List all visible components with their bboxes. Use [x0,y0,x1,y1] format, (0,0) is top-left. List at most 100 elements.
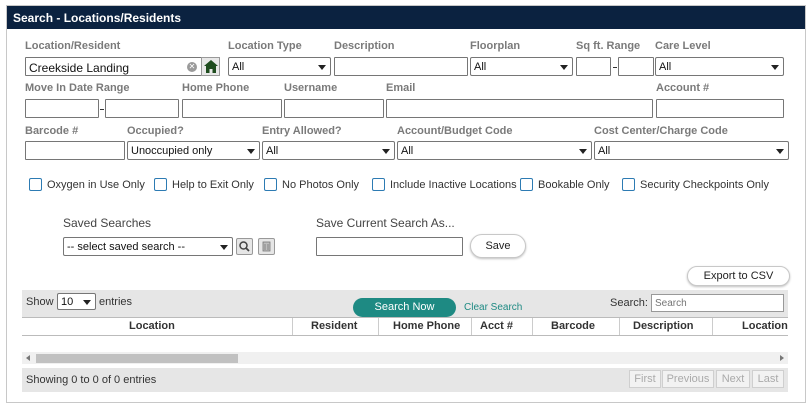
cost-center-charge-code-value: All [598,145,611,157]
column-description[interactable]: Description [633,320,694,332]
account-number-label: Account # [656,82,710,94]
title-bar: Search - Locations/Residents [7,6,805,29]
pager-first[interactable]: First [629,370,661,388]
checkbox-include-inactive[interactable] [372,178,385,191]
range-dash [613,67,617,68]
floorplan-value: All [474,61,487,73]
horizontal-scrollbar[interactable] [22,352,788,364]
floorplan-select[interactable]: All [470,57,573,76]
grid-search-label: Search: [610,297,648,309]
checkbox-label: No Photos Only [282,179,360,191]
grid-info: Showing 0 to 0 of 0 entries [26,374,157,386]
show-label: Show [26,296,54,308]
grid-body [22,336,788,368]
scroll-right-icon[interactable] [780,355,784,361]
save-search-button[interactable]: Save [470,234,526,258]
cost-center-charge-code-select[interactable]: All [594,141,789,160]
column-divider [378,318,379,335]
checkbox-label: Include Inactive Locations [390,179,517,191]
entry-allowed-label: Entry Allowed? [262,125,342,137]
username-label: Username [284,82,338,94]
home-phone-label: Home Phone [182,82,250,94]
barcode-label: Barcode # [25,125,79,137]
checkbox-label: Security Checkpoints Only [640,179,769,191]
chevron-down-icon [382,149,390,154]
location-type-label: Location Type [228,40,302,52]
save-current-search-label: Save Current Search As... [316,216,455,230]
scroll-left-icon[interactable] [26,355,30,361]
load-search-button[interactable] [236,238,253,255]
saved-search-select[interactable]: -- select saved search -- [63,237,233,256]
column-barcode[interactable]: Barcode [551,320,595,332]
column-divider [619,318,620,335]
move-in-start-input[interactable] [25,99,99,118]
location-resident-value: Creekside Landing [29,61,130,75]
sqft-max-input[interactable] [618,57,654,76]
account-budget-code-select[interactable]: All [397,141,592,160]
column-divider [292,318,293,335]
chevron-down-icon [83,300,91,305]
results-grid: Show 10 entries Search Now Clear Search … [22,290,788,392]
column-resident[interactable]: Resident [311,320,357,332]
description-input[interactable] [334,57,468,76]
home-phone-input[interactable] [182,99,282,118]
page-size-select[interactable]: 10 [57,293,96,310]
pager-last[interactable]: Last [752,370,784,388]
location-type-select[interactable]: All [228,57,331,76]
grid-search-input[interactable] [651,294,784,312]
occupied-label: Occupied? [127,125,184,137]
export-csv-button[interactable]: Export to CSV [687,266,790,286]
saved-search-value: -- select saved search -- [67,241,185,253]
entry-allowed-select[interactable]: All [262,141,395,160]
location-resident-input[interactable]: Creekside Landing ✕ [25,57,202,76]
column-home-phone[interactable]: Home Phone [393,320,460,332]
column-acct-number[interactable]: Acct # [480,320,513,332]
account-number-input[interactable] [656,99,784,118]
checkbox-help-to-exit[interactable] [154,178,167,191]
email-input[interactable] [386,99,653,118]
occupied-value: Unoccupied only [131,145,213,157]
saved-searches-label: Saved Searches [63,216,152,230]
home-button[interactable] [201,57,220,76]
pager-next[interactable]: Next [716,370,750,388]
chevron-down-icon [776,149,784,154]
location-resident-label: Location/Resident [25,40,121,52]
username-input[interactable] [284,99,384,118]
checkbox-label: Help to Exit Only [172,179,254,191]
care-level-label: Care Level [655,40,711,52]
range-dash [100,109,104,110]
occupied-select[interactable]: Unoccupied only [127,141,260,160]
location-type-value: All [232,61,245,73]
chevron-down-icon [771,65,779,70]
home-icon [204,60,218,73]
save-search-name-input[interactable] [316,237,463,256]
checkbox-bookable[interactable] [520,178,533,191]
chevron-down-icon [318,65,326,70]
description-label: Description [334,40,395,52]
barcode-input[interactable] [25,141,125,160]
care-level-select[interactable]: All [655,57,784,76]
grid-header: Location Resident Home Phone Acct # Barc… [22,317,788,336]
delete-search-button[interactable] [258,238,275,255]
search-icon [239,241,250,252]
checkbox-label: Bookable Only [538,179,610,191]
column-location[interactable]: Location [129,320,175,332]
column-divider [712,318,713,335]
move-in-end-input[interactable] [105,99,179,118]
entries-label: entries [99,296,133,308]
checkbox-oxygen-in-use[interactable] [29,178,42,191]
scrollbar-thumb[interactable] [36,354,238,363]
checkbox-no-photos[interactable] [264,178,277,191]
clear-icon[interactable]: ✕ [187,62,197,72]
search-now-button[interactable]: Search Now [353,298,456,317]
care-level-value: All [659,61,672,73]
pager-previous[interactable]: Previous [662,370,714,388]
page-size-value: 10 [61,296,74,308]
checkbox-security-checkpoints[interactable] [622,178,635,191]
sqft-min-input[interactable] [576,57,611,76]
column-location-2[interactable]: Location [742,320,788,332]
page-title: Search - Locations/Residents [13,11,182,25]
account-budget-code-label: Account/Budget Code [397,125,513,137]
column-divider [532,318,533,335]
clear-search-link[interactable]: Clear Search [464,302,522,313]
